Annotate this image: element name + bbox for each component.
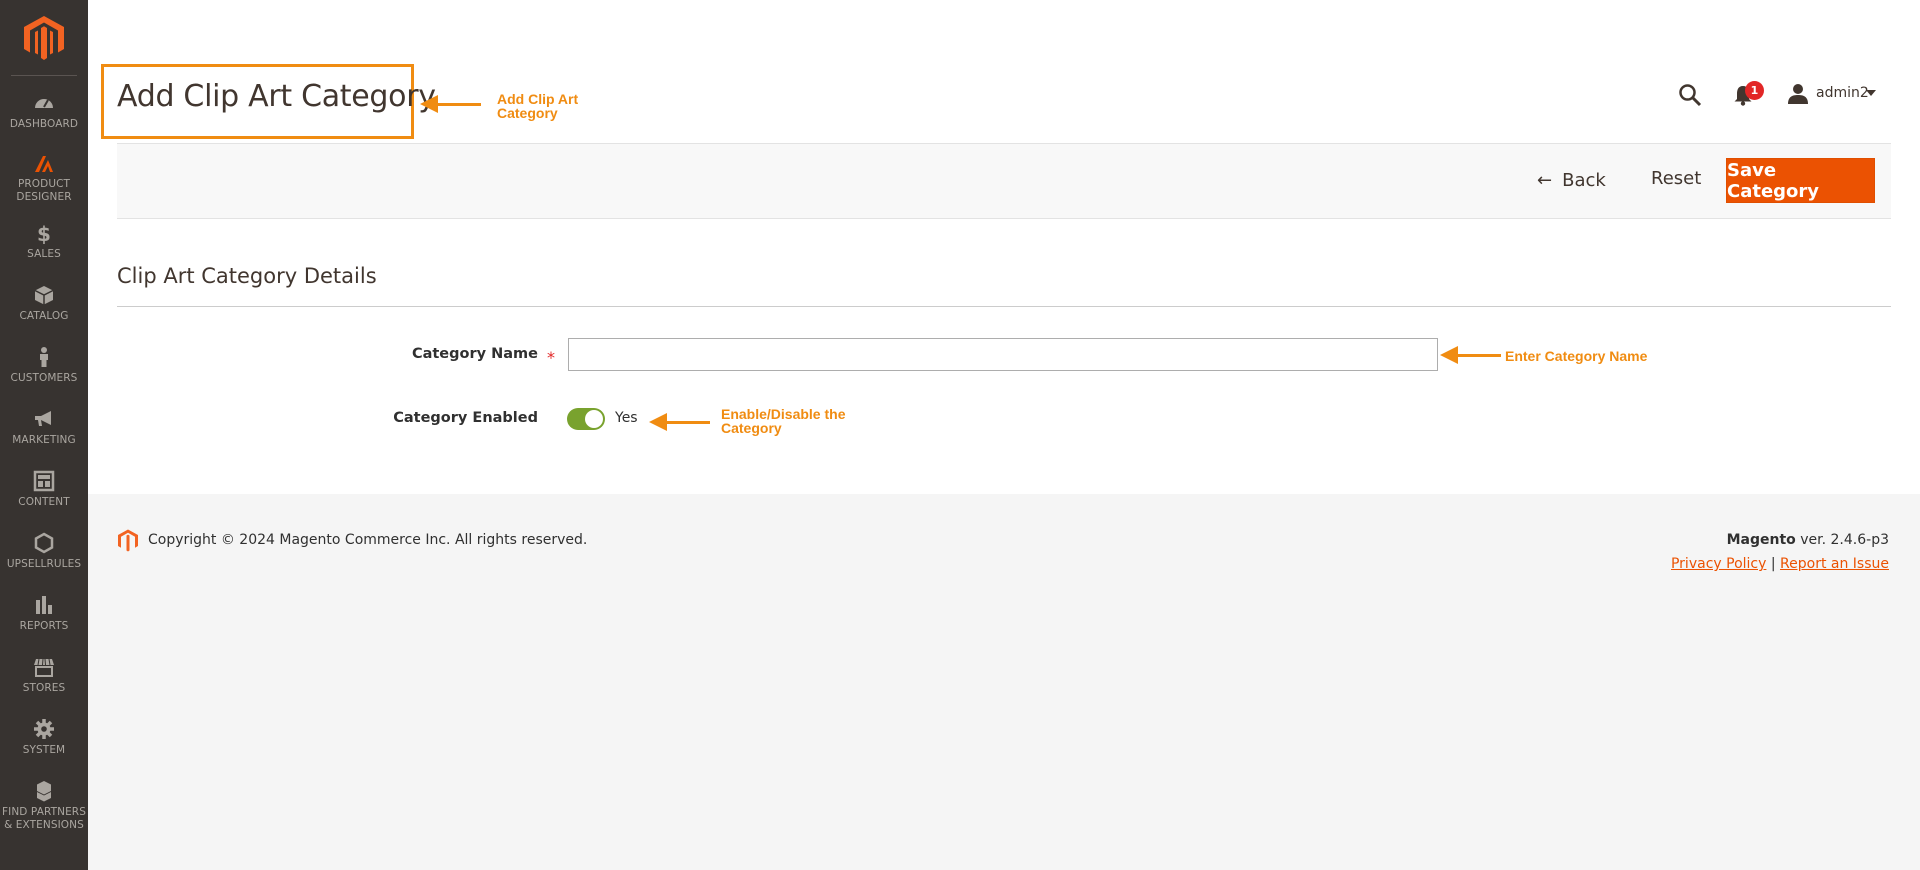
sidebar-item-label: SYSTEM [22, 744, 66, 756]
sidebar-item-upsellrules[interactable]: UPSELLRULES [0, 532, 88, 571]
title-annotation: Add Clip Art Category [497, 91, 579, 121]
megaphone-icon [35, 411, 51, 426]
back-button-label: Back [1562, 169, 1606, 191]
privacy-policy-link[interactable]: Privacy Policy [1671, 556, 1766, 572]
sidebar-item-content[interactable]: CONTENT [0, 470, 88, 509]
sidebar-item-find-partners[interactable]: FIND PARTNERS & EXTENSIONS [0, 780, 88, 832]
storefront-icon [34, 658, 54, 677]
report-issue-link[interactable]: Report an Issue [1780, 556, 1889, 572]
cube-icon [34, 286, 54, 305]
notification-badge[interactable]: 1 [1745, 81, 1764, 100]
category-name-label: Category Name [411, 346, 538, 362]
sidebar-item-label: PRODUCT DESIGNER [16, 178, 72, 203]
magento-footer-logo [118, 529, 138, 552]
page-actions-bar [117, 143, 1891, 219]
sidebar-item-label: DASHBOARD [9, 118, 79, 130]
required-indicator: * [547, 348, 555, 367]
sidebar-item-marketing[interactable]: MARKETING [0, 408, 88, 447]
sidebar-item-customers[interactable]: CUSTOMERS [0, 346, 88, 385]
sidebar-item-stores[interactable]: STORES [0, 656, 88, 695]
search-icon[interactable] [1678, 83, 1702, 107]
sidebar-item-dashboard[interactable]: DASHBOARD [0, 92, 88, 131]
boxes-icon [37, 781, 51, 802]
chevron-down-icon[interactable] [1866, 90, 1876, 96]
arrow-left-icon: ← [1537, 169, 1553, 191]
sidebar-item-product-designer[interactable]: PRODUCT DESIGNER [0, 152, 88, 204]
toggle-knob [585, 410, 603, 428]
sidebar-item-sales[interactable]: $ SALES [0, 222, 88, 261]
enabled-annotation: Enable/Disable the Category [721, 406, 846, 436]
sidebar-item-label: CONTENT [18, 496, 70, 508]
brand-name: Magento [1726, 532, 1796, 548]
person-icon [40, 347, 48, 367]
magento-logo[interactable] [24, 16, 64, 60]
product-designer-icon [35, 156, 53, 172]
page-title: Add Clip Art Category [117, 79, 436, 114]
toggle-state-label: Yes [615, 410, 638, 426]
sidebar-item-label: CATALOG [19, 310, 69, 322]
sidebar-item-label: STORES [22, 682, 66, 694]
sidebar-item-catalog[interactable]: CATALOG [0, 284, 88, 323]
save-category-button[interactable]: Save Category [1726, 158, 1875, 203]
link-separator: | [1770, 556, 1776, 572]
sidebar-item-system[interactable]: SYSTEM [0, 718, 88, 757]
hexagon-icon [34, 532, 54, 554]
name-annotation: Enter Category Name [1505, 348, 1648, 364]
version-text: Magento ver. 2.4.6-p3 [1727, 532, 1889, 548]
dollar-icon: $ [37, 222, 51, 244]
sidebar-item-label: MARKETING [12, 434, 76, 446]
sidebar-divider [11, 75, 77, 76]
reset-button[interactable]: Reset [1651, 168, 1701, 189]
footer-links: Privacy Policy | Report an Issue [1671, 556, 1889, 572]
admin-sidebar: DASHBOARD PRODUCT DESIGNER $ SALES CATAL… [0, 0, 88, 870]
version-number: ver. 2.4.6-p3 [1800, 532, 1889, 548]
user-icon[interactable] [1787, 83, 1809, 105]
enabled-annotation-arrow [665, 421, 710, 424]
category-enabled-toggle[interactable] [567, 408, 605, 430]
sidebar-item-reports[interactable]: REPORTS [0, 594, 88, 633]
section-divider [117, 306, 1891, 307]
sidebar-item-label: SALES [27, 248, 61, 260]
category-enabled-label: Category Enabled [393, 410, 538, 426]
layout-icon [33, 470, 55, 492]
dashboard-icon [35, 99, 53, 108]
section-title: Clip Art Category Details [117, 264, 377, 288]
copyright-text: Copyright © 2024 Magento Commerce Inc. A… [148, 532, 588, 548]
svg-text:$: $ [37, 222, 51, 244]
sidebar-item-label: UPSELLRULES [6, 558, 82, 570]
category-name-input[interactable] [568, 338, 1438, 371]
sidebar-item-label: CUSTOMERS [10, 372, 78, 384]
user-menu-name[interactable]: admin2 [1816, 85, 1869, 101]
gear-icon [34, 719, 54, 739]
title-annotation-arrow [436, 103, 481, 106]
bar-chart-icon [36, 596, 52, 614]
name-annotation-arrow [1456, 354, 1501, 357]
sidebar-item-label: FIND PARTNERS & EXTENSIONS [2, 806, 86, 831]
sidebar-item-label: REPORTS [19, 620, 69, 632]
back-button[interactable]: ← Back [1537, 168, 1606, 192]
